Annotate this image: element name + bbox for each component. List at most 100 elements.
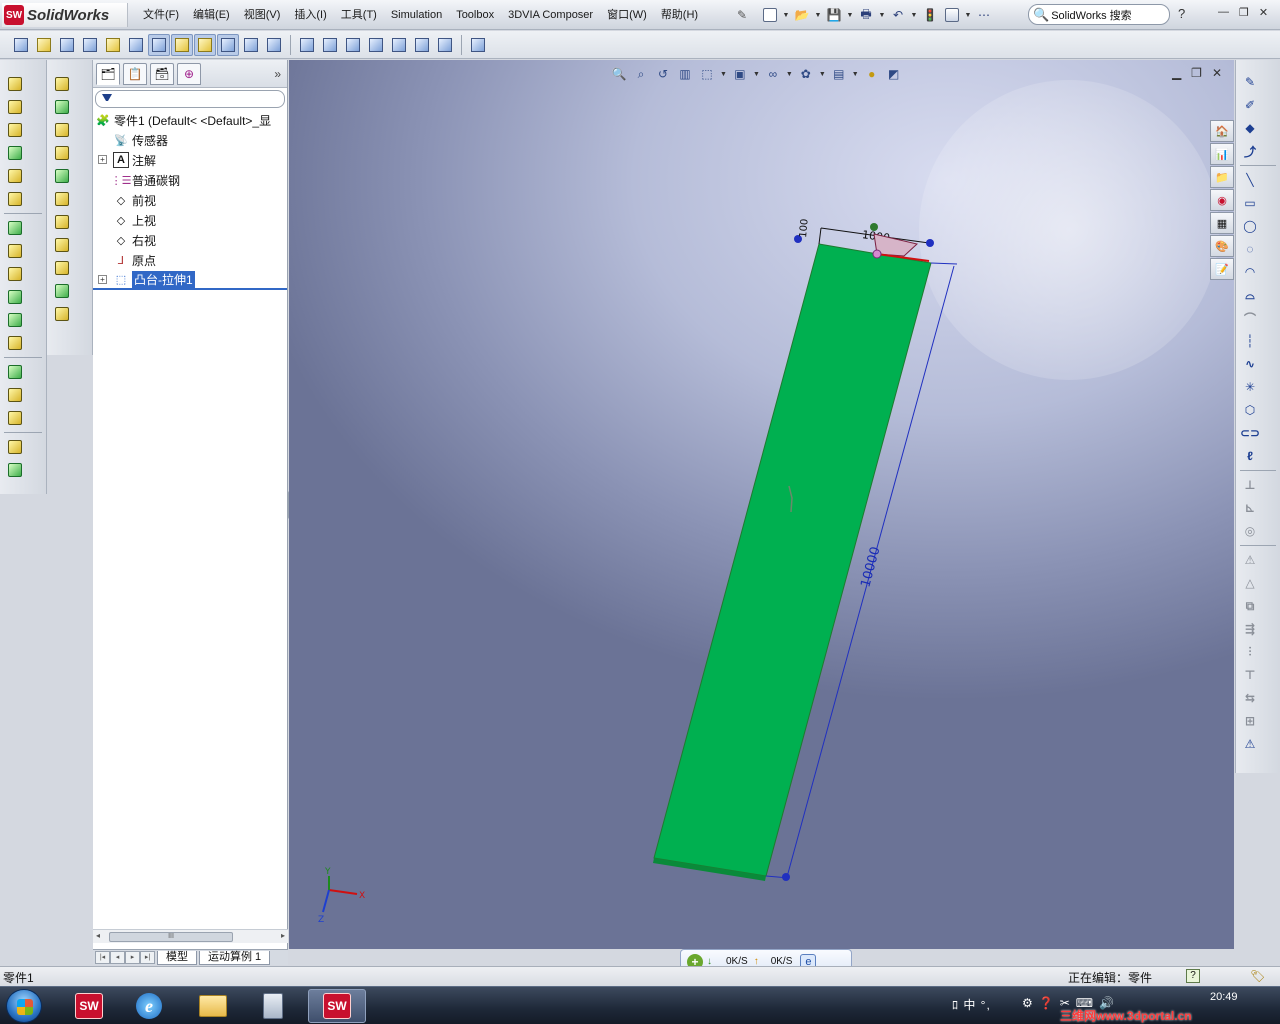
display-style-icon[interactable]: ▣ (731, 65, 749, 83)
minimize-icon[interactable]: — (1218, 6, 1229, 19)
tree-item-sensors[interactable]: 📡 传感器 (93, 130, 287, 150)
lofted-boss-icon[interactable] (4, 142, 26, 164)
scroll-left-icon[interactable]: ◂ (96, 931, 100, 940)
select-edges-icon[interactable] (171, 33, 193, 56)
hole-wizard-icon[interactable] (4, 332, 26, 354)
view-isometric-icon[interactable] (434, 34, 456, 56)
tree-horizontal-scrollbar[interactable]: ◂ III ▸ (93, 929, 288, 943)
menu-file[interactable]: 文件(F) (136, 0, 186, 30)
appearances-scenes-icon[interactable]: 🎨 (1210, 235, 1234, 257)
prev-tab-icon[interactable]: ◂ (110, 951, 125, 964)
tangent-arc-icon[interactable]: ⌓ (1239, 284, 1261, 306)
apply-scene-icon[interactable]: ▤ (830, 65, 848, 83)
print-icon[interactable]: 🖶 (856, 5, 876, 25)
restore-icon[interactable]: ❐ (1239, 6, 1249, 19)
graphics-viewport[interactable]: 10000 1000 100 X Y Z 🔍 ⌕ ↺ ▥ ⬚ ▼ ▣ ▼ ∞ ▼ ✿ ▼… (289, 60, 1234, 949)
view-orientation-icon[interactable]: ⬚ (698, 65, 716, 83)
new-document-icon[interactable] (760, 5, 780, 25)
sketch-fillet-icon[interactable]: ℓ (1239, 445, 1261, 467)
point-icon[interactable]: ✳ (1239, 376, 1261, 398)
drag-handle-green[interactable] (870, 223, 878, 231)
mirror-icon[interactable] (4, 407, 26, 429)
tree-item-front-plane[interactable]: ◇ 前视 (93, 190, 287, 210)
intersect-icon[interactable] (51, 257, 73, 279)
display-relations-icon[interactable]: ⊥ (1239, 474, 1261, 496)
smart-dimension-right-icon[interactable]: ◆ (1239, 117, 1261, 139)
smart-dimension-icon[interactable] (56, 34, 78, 56)
help-button[interactable]: ? (1178, 6, 1185, 21)
taskbar-internet-explorer[interactable]: e (120, 989, 178, 1023)
hide-show-items-icon[interactable]: ∞ (764, 65, 782, 83)
menu-simulation[interactable]: Simulation (384, 0, 449, 30)
extruded-cut-icon[interactable] (4, 165, 26, 187)
doc-minimize-icon[interactable]: ▁ (1172, 66, 1181, 80)
3d-sketch-right-icon[interactable]: ✐ (1239, 94, 1261, 116)
menu-insert[interactable]: 插入(I) (287, 0, 333, 30)
realview-icon[interactable]: ● (863, 65, 881, 83)
file-explorer-icon[interactable]: 📁 (1210, 166, 1234, 188)
scroll-thumb[interactable]: III (109, 932, 233, 942)
sketch-plane-icon[interactable] (51, 96, 73, 118)
tree-item-top-plane[interactable]: ◇ 上视 (93, 210, 287, 230)
move-entities-icon[interactable]: ⇶ (1239, 618, 1261, 640)
zoom-to-area-icon[interactable]: ⌕ (632, 65, 650, 83)
doc-restore-icon[interactable]: ❐ (1191, 66, 1202, 80)
dropdown-arrow-icon[interactable]: ▼ (786, 71, 793, 78)
feature-filter-input[interactable] (95, 90, 285, 108)
menu-3dvia-composer[interactable]: 3DVIA Composer (501, 0, 600, 30)
circular-pattern-icon[interactable] (4, 384, 26, 406)
expand-toggle-icon[interactable]: + (98, 275, 107, 284)
first-tab-icon[interactable]: |◂ (95, 951, 110, 964)
expand-toggle-icon[interactable]: + (98, 155, 107, 164)
fillet-icon[interactable] (4, 217, 26, 239)
dome-icon[interactable] (51, 211, 73, 233)
tree-item-origin[interactable]: ⅃ 原点 (93, 250, 287, 270)
select-planes-icon[interactable] (240, 34, 262, 56)
view-back-icon[interactable] (319, 34, 341, 56)
solidworks-search-input[interactable]: 🔍 SolidWorks 搜索 (1028, 4, 1170, 25)
tree-item-right-plane[interactable]: ◇ 右视 (93, 230, 287, 250)
extend-entities-icon[interactable]: △ (1239, 572, 1261, 594)
slot-icon[interactable]: ⊂⊃ (1239, 422, 1261, 444)
extruded-plate-top-face[interactable] (653, 243, 932, 877)
combine-icon[interactable] (51, 280, 73, 302)
dimension-endpoint[interactable] (926, 239, 934, 247)
trim-entities-icon[interactable]: ⚠ (1239, 549, 1261, 571)
last-tab-icon[interactable]: ▸| (140, 951, 155, 964)
taskbar-calculator[interactable] (244, 989, 302, 1023)
shell-icon[interactable] (4, 286, 26, 308)
view-left-icon[interactable] (342, 34, 364, 56)
section-view-icon[interactable]: ▥ (676, 65, 694, 83)
rectangle-icon[interactable]: ▭ (1239, 192, 1261, 214)
save-icon[interactable]: 💾 (824, 5, 844, 25)
next-tab-icon[interactable]: ▸ (125, 951, 140, 964)
doc-close-icon[interactable]: ✕ (1212, 66, 1222, 80)
instant3d-icon[interactable] (125, 34, 147, 56)
new-dropdown-icon[interactable]: ▼ (782, 12, 790, 19)
sketch-entity-icon[interactable] (10, 34, 32, 56)
linear-pattern-icon[interactable] (4, 361, 26, 383)
draft-icon[interactable] (4, 309, 26, 331)
rib-icon[interactable] (4, 263, 26, 285)
rapid-sketch-icon[interactable] (102, 34, 124, 56)
start-button[interactable] (6, 989, 42, 1023)
dropdown-arrow-icon[interactable]: ▼ (720, 71, 727, 78)
options-dropdown-icon[interactable]: ▼ (964, 12, 972, 19)
menu-view[interactable]: 视图(V) (237, 0, 288, 30)
tab-configuration-manager[interactable]: 🗃 (150, 62, 174, 85)
dropdown-arrow-icon[interactable]: ▼ (819, 71, 826, 78)
extruded-boss-icon[interactable] (4, 73, 26, 95)
zoom-to-fit-icon[interactable]: 🔍 (610, 65, 628, 83)
ime-indicator[interactable]: ﾛ 中 °, (952, 996, 991, 1013)
undo-dropdown-icon[interactable]: ▼ (910, 12, 918, 19)
dropdown-arrow-icon[interactable]: ▼ (852, 71, 859, 78)
centerline-icon[interactable]: ┆ (1239, 330, 1261, 352)
taskbar-file-explorer[interactable] (184, 989, 242, 1023)
tree-item-annotations[interactable]: + A 注解 (93, 150, 287, 170)
view-settings-icon[interactable]: ◩ (885, 65, 903, 83)
scroll-right-icon[interactable]: ▸ (281, 931, 285, 940)
search-3dcontent-icon[interactable]: ◉ (1210, 189, 1234, 211)
menu-edit[interactable]: 编辑(E) (186, 0, 237, 30)
undo-icon[interactable]: ↶ (888, 5, 908, 25)
repair-sketch-icon[interactable]: ⊞ (1239, 710, 1261, 732)
